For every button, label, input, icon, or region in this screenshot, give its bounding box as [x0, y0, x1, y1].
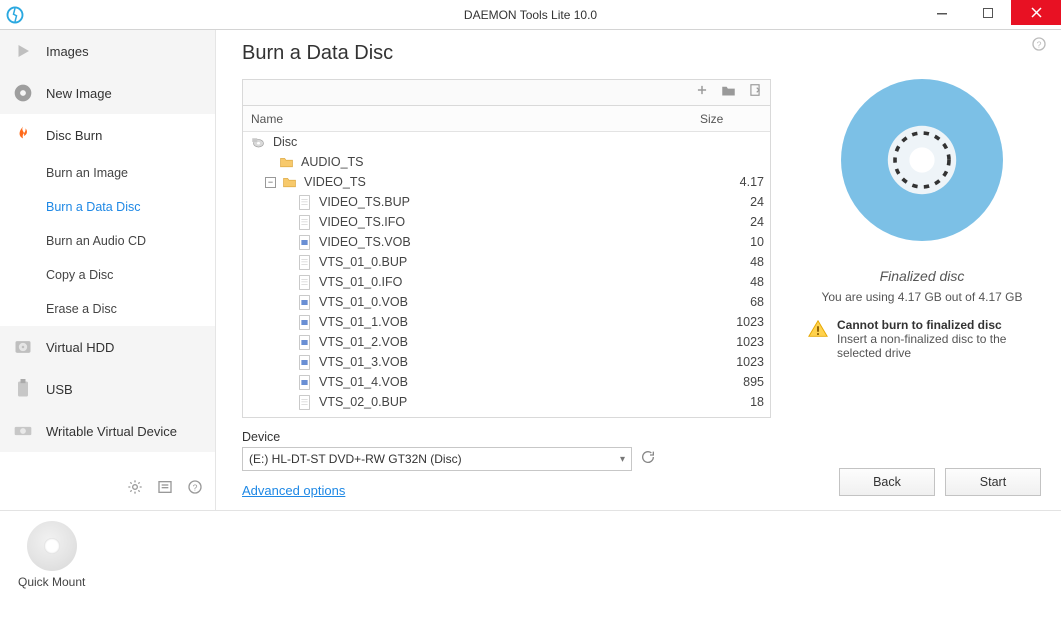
column-size[interactable]: Size	[700, 112, 770, 126]
bottom-bar: Quick Mount	[0, 510, 1061, 638]
close-button[interactable]	[1011, 0, 1061, 25]
tree-file[interactable]: VIDEO_TS.VOB10	[243, 232, 770, 252]
file-icon	[297, 195, 312, 210]
drive-icon	[12, 420, 34, 442]
tree-folder[interactable]: −VIDEO_TS4.17	[243, 172, 770, 192]
sidebar-sub-erase-disc[interactable]: Erase a Disc	[0, 292, 215, 326]
back-button[interactable]: Back	[839, 468, 935, 496]
sidebar-item-usb[interactable]: USB	[0, 368, 215, 410]
sidebar-tools: ?	[0, 469, 215, 510]
sidebar-item-label: Disc Burn	[46, 128, 102, 143]
quick-mount-icon	[27, 521, 77, 571]
device-select[interactable]: (E:) HL-DT-ST DVD+-RW GT32N (Disc) ▾	[242, 447, 632, 471]
flame-icon	[12, 124, 34, 146]
tree-root[interactable]: Disc	[243, 132, 770, 152]
disc-root-icon	[251, 135, 266, 150]
table-body[interactable]: DiscAUDIO_TS−VIDEO_TS4.17VIDEO_TS.BUP24V…	[243, 132, 770, 417]
video-file-icon	[297, 335, 312, 350]
maximize-button[interactable]	[965, 0, 1011, 25]
sidebar-item-label: Virtual HDD	[46, 340, 114, 355]
sidebar-sub-burn-audio-cd[interactable]: Burn an Audio CD	[0, 224, 215, 258]
sidebar-item-disc-burn[interactable]: Disc Burn	[0, 114, 215, 156]
tree-file[interactable]: VTS_01_2.VOB1023	[243, 332, 770, 352]
add-folder-icon[interactable]	[719, 82, 738, 104]
disc-graphic	[832, 70, 1012, 250]
device-label: Device	[242, 430, 771, 444]
chevron-down-icon: ▾	[620, 454, 625, 465]
remove-icon[interactable]	[746, 81, 764, 104]
tree-file[interactable]: VTS_01_0.BUP48	[243, 252, 770, 272]
quick-mount-button[interactable]: Quick Mount	[18, 521, 85, 589]
folder-icon	[282, 175, 297, 190]
tree-file[interactable]: VTS_01_4.VOB895	[243, 372, 770, 392]
quick-mount-label: Quick Mount	[18, 575, 85, 589]
table-header: Name Size	[243, 106, 770, 132]
tree-file[interactable]: VIDEO_TS.IFO24	[243, 212, 770, 232]
disc-status: Finalized disc	[880, 268, 965, 284]
page-title: Burn a Data Disc	[242, 42, 771, 65]
sidebar-item-writable-virtual-device[interactable]: Writable Virtual Device	[0, 410, 215, 452]
gear-icon[interactable]	[127, 479, 143, 500]
titlebar: DAEMON Tools Lite 10.0	[0, 0, 1061, 30]
tree-file[interactable]: VTS_01_1.VOB1023	[243, 312, 770, 332]
help-icon[interactable]: ?	[187, 479, 203, 500]
file-icon	[297, 395, 312, 410]
file-icon	[297, 255, 312, 270]
warning-title: Cannot burn to finalized disc	[837, 318, 1037, 332]
video-file-icon	[297, 295, 312, 310]
column-name[interactable]: Name	[243, 112, 700, 126]
tree-file[interactable]: VTS_01_3.VOB1023	[243, 352, 770, 372]
refresh-icon[interactable]	[640, 449, 656, 470]
file-icon	[297, 215, 312, 230]
usb-icon	[12, 378, 34, 400]
sidebar-sub-burn-image[interactable]: Burn an Image	[0, 156, 215, 190]
app-logo-icon	[0, 0, 30, 30]
sidebar: Images New Image Disc Burn Burn an Image…	[0, 30, 216, 510]
sidebar-item-label: New Image	[46, 86, 112, 101]
hdd-icon	[12, 336, 34, 358]
news-icon[interactable]	[157, 479, 173, 500]
svg-text:?: ?	[1037, 39, 1042, 49]
disc-icon	[12, 82, 34, 104]
tree-file[interactable]: VTS_01_0.VOB68	[243, 292, 770, 312]
tree-file[interactable]: VTS_02_0.BUP18	[243, 392, 770, 412]
tree-folder[interactable]: AUDIO_TS	[243, 152, 770, 172]
sidebar-item-label: USB	[46, 382, 73, 397]
device-value: (E:) HL-DT-ST DVD+-RW GT32N (Disc)	[249, 452, 462, 466]
file-icon	[297, 275, 312, 290]
warning-icon	[807, 318, 829, 345]
sidebar-item-images[interactable]: Images	[0, 30, 215, 72]
tree-file[interactable]: VIDEO_TS.BUP24	[243, 192, 770, 212]
window-title: DAEMON Tools Lite 10.0	[464, 8, 597, 22]
disc-usage: You are using 4.17 GB out of 4.17 GB	[821, 290, 1022, 304]
sidebar-sub-burn-data-disc[interactable]: Burn a Data Disc	[0, 190, 215, 224]
sidebar-item-label: Writable Virtual Device	[46, 424, 177, 439]
file-toolbar	[242, 79, 771, 105]
start-button[interactable]: Start	[945, 468, 1041, 496]
page-help-icon[interactable]: ?	[1031, 36, 1047, 56]
warning-block: Cannot burn to finalized disc Insert a n…	[803, 318, 1041, 360]
video-file-icon	[297, 315, 312, 330]
play-icon	[12, 40, 34, 62]
sidebar-sub-copy-disc[interactable]: Copy a Disc	[0, 258, 215, 292]
sidebar-item-new-image[interactable]: New Image	[0, 72, 215, 114]
svg-text:?: ?	[193, 482, 198, 492]
folder-icon	[279, 155, 294, 170]
advanced-options-link[interactable]: Advanced options	[242, 483, 771, 498]
sidebar-item-label: Images	[46, 44, 89, 59]
warning-body: Insert a non-finalized disc to the selec…	[837, 332, 1037, 360]
minimize-button[interactable]	[919, 0, 965, 25]
video-file-icon	[297, 235, 312, 250]
window-controls	[919, 0, 1061, 25]
file-table: Name Size DiscAUDIO_TS−VIDEO_TS4.17VIDEO…	[242, 105, 771, 418]
sidebar-item-virtual-hdd[interactable]: Virtual HDD	[0, 326, 215, 368]
video-file-icon	[297, 375, 312, 390]
video-file-icon	[297, 355, 312, 370]
collapse-icon[interactable]: −	[265, 177, 276, 188]
tree-file[interactable]: VTS_01_0.IFO48	[243, 272, 770, 292]
add-file-icon[interactable]	[693, 81, 711, 104]
